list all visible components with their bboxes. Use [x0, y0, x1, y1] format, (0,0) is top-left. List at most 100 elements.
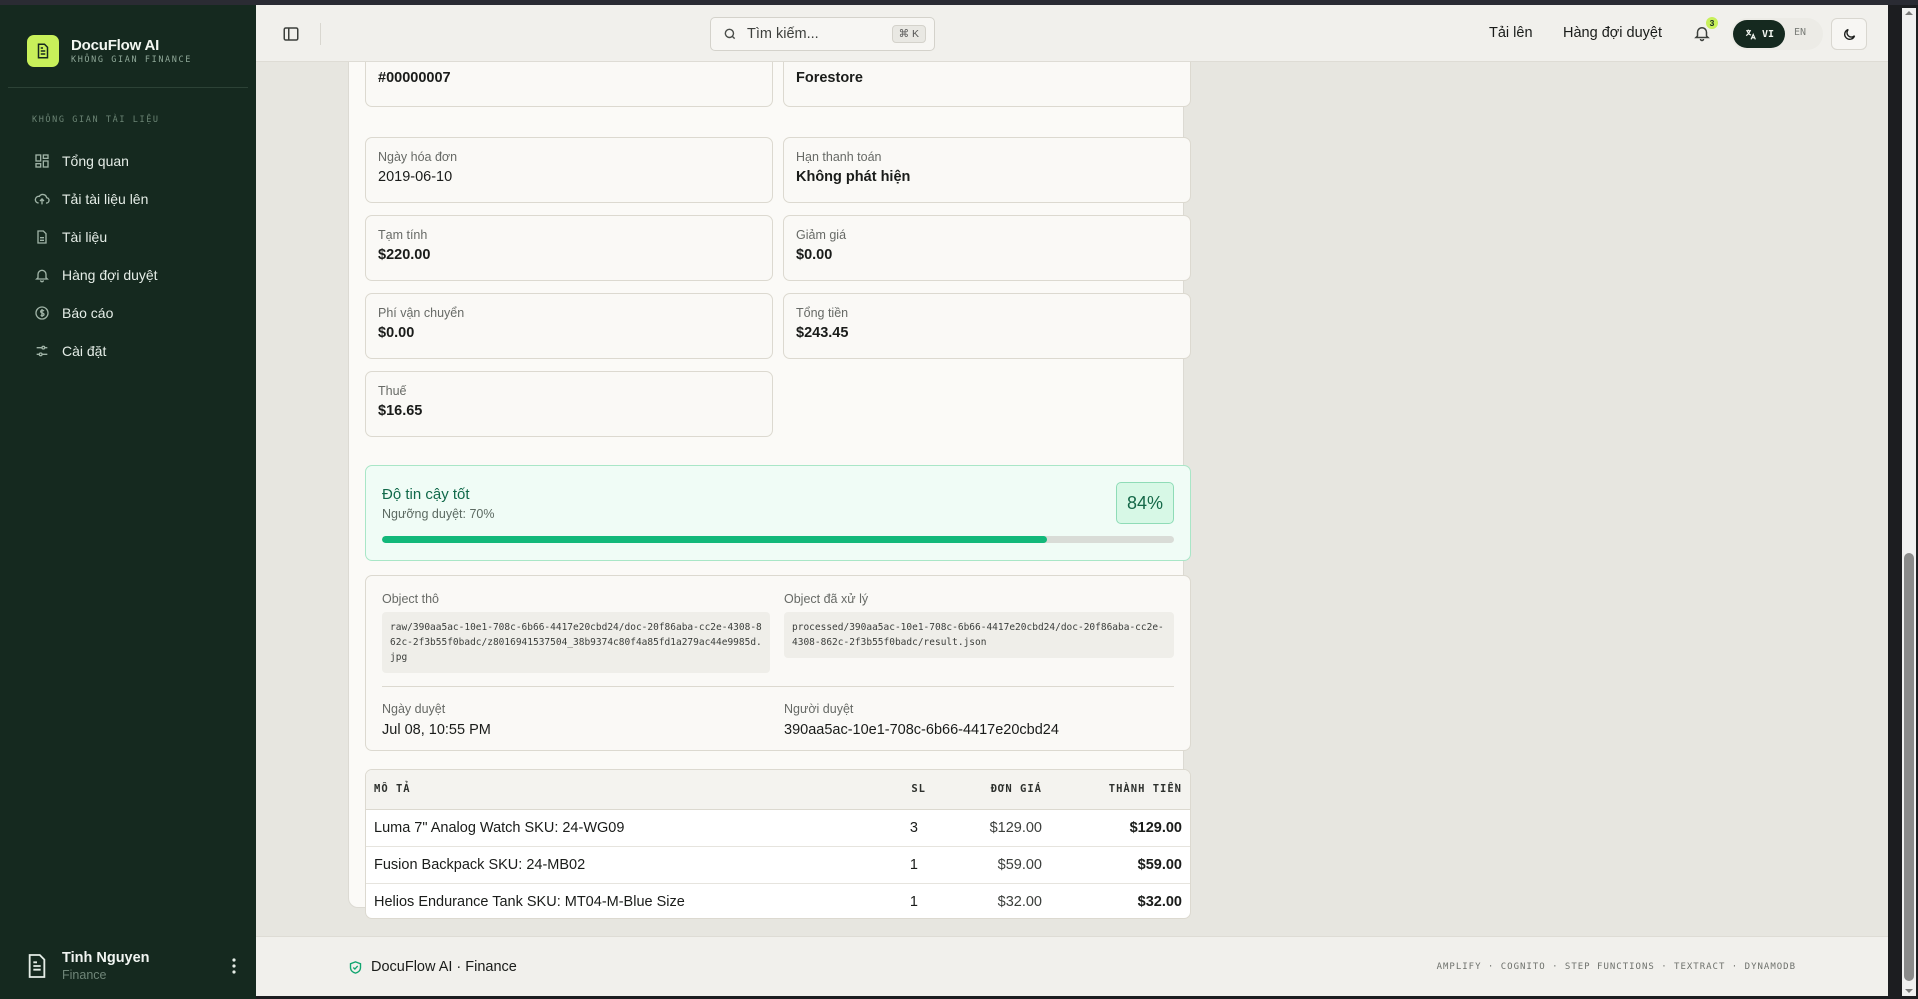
search-icon [724, 28, 736, 40]
sidebar-item-overview[interactable]: Tổng quan [26, 142, 246, 180]
field-label: Thuế [378, 384, 407, 398]
dashboard-icon [35, 154, 49, 168]
item-description: Fusion Backpack SKU: 24-MB02 [366, 846, 864, 884]
meta-divider [382, 686, 1174, 687]
sidebar-item-settings[interactable]: Cài đặt [26, 332, 246, 370]
confidence-progress-fill [382, 536, 1048, 543]
table-row[interactable]: Luma 7" Analog Watch SKU: 24-WG09 3 $129… [366, 809, 1190, 847]
storage-metadata-panel: Object thô raw/390aa5ac-10e1-708c-6b66-4… [365, 575, 1191, 751]
sidebar-item-review-queue[interactable]: Hàng đợi duyệt [26, 256, 246, 294]
sidebar-item-documents[interactable]: Tài liệu [26, 218, 246, 256]
field-label: Phí vận chuyển [378, 306, 465, 320]
user-name: Tinh Nguyen [62, 950, 150, 966]
item-total: $59.00 [1050, 846, 1190, 884]
field-label: Tạm tính [378, 228, 428, 242]
field-label: Hạn thanh toán [796, 150, 882, 164]
col-description: MÔ TẢ [366, 770, 864, 810]
total-field: Tổng tiền $243.45 [783, 293, 1191, 359]
field-value: $0.00 [796, 247, 833, 263]
scroll-down-arrow-icon[interactable] [1902, 986, 1916, 996]
invoice-date-field: Ngày hóa đơn 2019-06-10 [365, 137, 773, 203]
search-shortcut: ⌘ K [891, 25, 926, 43]
upload-cloud-icon [34, 193, 50, 205]
raw-object-path[interactable]: raw/390aa5ac-10e1-708c-6b66-4417e20cbd24… [382, 612, 770, 673]
lang-en-option[interactable]: EN [1794, 27, 1806, 38]
field-label: Tổng tiền [796, 306, 849, 320]
field-value: #00000007 [378, 70, 451, 86]
footer: DocuFlow AI · Finance AMPLIFY · COGNITO … [256, 936, 1888, 996]
field-value: Không phát hiện [796, 169, 911, 185]
item-description: Helios Endurance Tank SKU: MT04-M-Blue S… [374, 893, 685, 910]
processed-object-path[interactable]: processed/390aa5ac-10e1-708c-6b66-4417e2… [784, 612, 1174, 658]
confidence-threshold: Ngưỡng duyệt: 70% [382, 507, 495, 521]
user-role: Finance [62, 968, 107, 982]
brand-name: DocuFlow AI [71, 37, 160, 54]
sidebar-item-upload[interactable]: Tải tài liệu lên [26, 180, 246, 218]
item-total: $32.00 [1137, 893, 1182, 910]
table-row[interactable]: Helios Endurance Tank SKU: MT04-M-Blue S… [366, 883, 1190, 918]
scrollbar-thumb[interactable] [1904, 553, 1914, 981]
scroll-up-arrow-icon[interactable] [1902, 8, 1916, 18]
sidebar: DocuFlow AI KHÔNG GIAN FINANCE KHÔNG GIA… [0, 5, 256, 999]
brand-subtitle: KHÔNG GIAN FINANCE [71, 55, 192, 65]
dollar-icon [35, 306, 49, 320]
item-quantity: 1 [909, 893, 918, 910]
sidebar-item-label: Báo cáo [62, 305, 114, 321]
main-content: #00000007 Forestore Ngày hóa đơn 2019-06… [256, 62, 1888, 936]
item-total: $129.00 [1050, 809, 1190, 847]
reviewed-date-value: Jul 08, 10:55 PM [382, 722, 491, 738]
confidence-score-badge: 84% [1116, 482, 1174, 524]
tax-field: Thuế $16.65 [365, 371, 773, 437]
sidebar-item-reports[interactable]: Báo cáo [26, 294, 246, 332]
item-unit-price: $32.00 [997, 893, 1042, 910]
sidebar-toggle-icon[interactable] [282, 25, 300, 48]
moon-icon [1843, 28, 1855, 40]
item-unit-price: $59.00 [934, 846, 1050, 884]
lang-vi-option[interactable]: VI [1733, 20, 1785, 48]
search-input[interactable]: Tìm kiếm... ⌘ K [710, 17, 935, 51]
translate-icon [1745, 29, 1756, 40]
language-toggle[interactable]: VI EN [1731, 18, 1823, 50]
discount-field: Giảm giá $0.00 [783, 215, 1191, 281]
col-unit-price: ĐƠN GIÁ [934, 770, 1050, 810]
invoice-number-field: #00000007 [365, 62, 773, 107]
shield-check-icon [349, 960, 362, 974]
col-line-total: THÀNH TIỀN [1050, 770, 1190, 810]
bell-icon [35, 269, 49, 283]
document-logo-icon [27, 35, 59, 67]
notification-count-badge: 3 [1706, 17, 1718, 29]
reviewer-label: Người duyệt [784, 702, 854, 716]
field-value: Forestore [796, 70, 863, 86]
user-profile[interactable]: Tinh Nguyen Finance [26, 950, 236, 982]
sidebar-item-label: Tải tài liệu lên [62, 191, 149, 207]
table-row[interactable]: Fusion Backpack SKU: 24-MB02 1 $59.00 $5… [366, 846, 1190, 884]
reviewed-date-label: Ngày duyệt [382, 702, 446, 716]
shipping-field: Phí vận chuyển $0.00 [365, 293, 773, 359]
vendor-field: Forestore [783, 62, 1191, 107]
field-value: $243.45 [796, 325, 849, 341]
item-unit-price: $129.00 [934, 809, 1050, 847]
footer-brand-text: DocuFlow AI · Finance [371, 959, 517, 975]
footer-tech-stack: AMPLIFY · COGNITO · STEP FUNCTIONS · TEX… [1436, 962, 1796, 972]
brand[interactable]: DocuFlow AI KHÔNG GIAN FINANCE [27, 35, 192, 67]
sliders-icon [36, 345, 48, 357]
lang-vi-label: VI [1761, 28, 1775, 40]
search-placeholder: Tìm kiếm... [747, 26, 819, 42]
sidebar-item-label: Hàng đợi duyệt [62, 267, 158, 283]
more-vertical-icon[interactable] [232, 958, 236, 979]
theme-toggle-button[interactable] [1831, 18, 1867, 50]
line-items-table: MÔ TẢ SL ĐƠN GIÁ THÀNH TIỀN Luma 7" Anal… [365, 769, 1191, 919]
item-description: Luma 7" Analog Watch SKU: 24-WG09 [366, 809, 864, 847]
field-label: Ngày hóa đơn [378, 150, 458, 164]
field-value: 2019-06-10 [378, 169, 453, 185]
sidebar-item-label: Cài đặt [62, 343, 107, 359]
field-value: $0.00 [378, 325, 415, 341]
document-icon [37, 230, 47, 244]
review-queue-link[interactable]: Hàng đợi duyệt [1563, 25, 1662, 41]
item-quantity: 3 [864, 809, 934, 847]
upload-link[interactable]: Tải lên [1489, 25, 1533, 41]
sidebar-nav: Tổng quan Tải tài liệu lên Tài liệu Hàng… [26, 142, 246, 370]
table-header-row: MÔ TẢ SL ĐƠN GIÁ THÀNH TIỀN [366, 770, 1190, 810]
sidebar-section-label: KHÔNG GIAN TÀI LIỆU [32, 115, 160, 125]
confidence-title: Độ tin cậy tốt [382, 486, 470, 503]
